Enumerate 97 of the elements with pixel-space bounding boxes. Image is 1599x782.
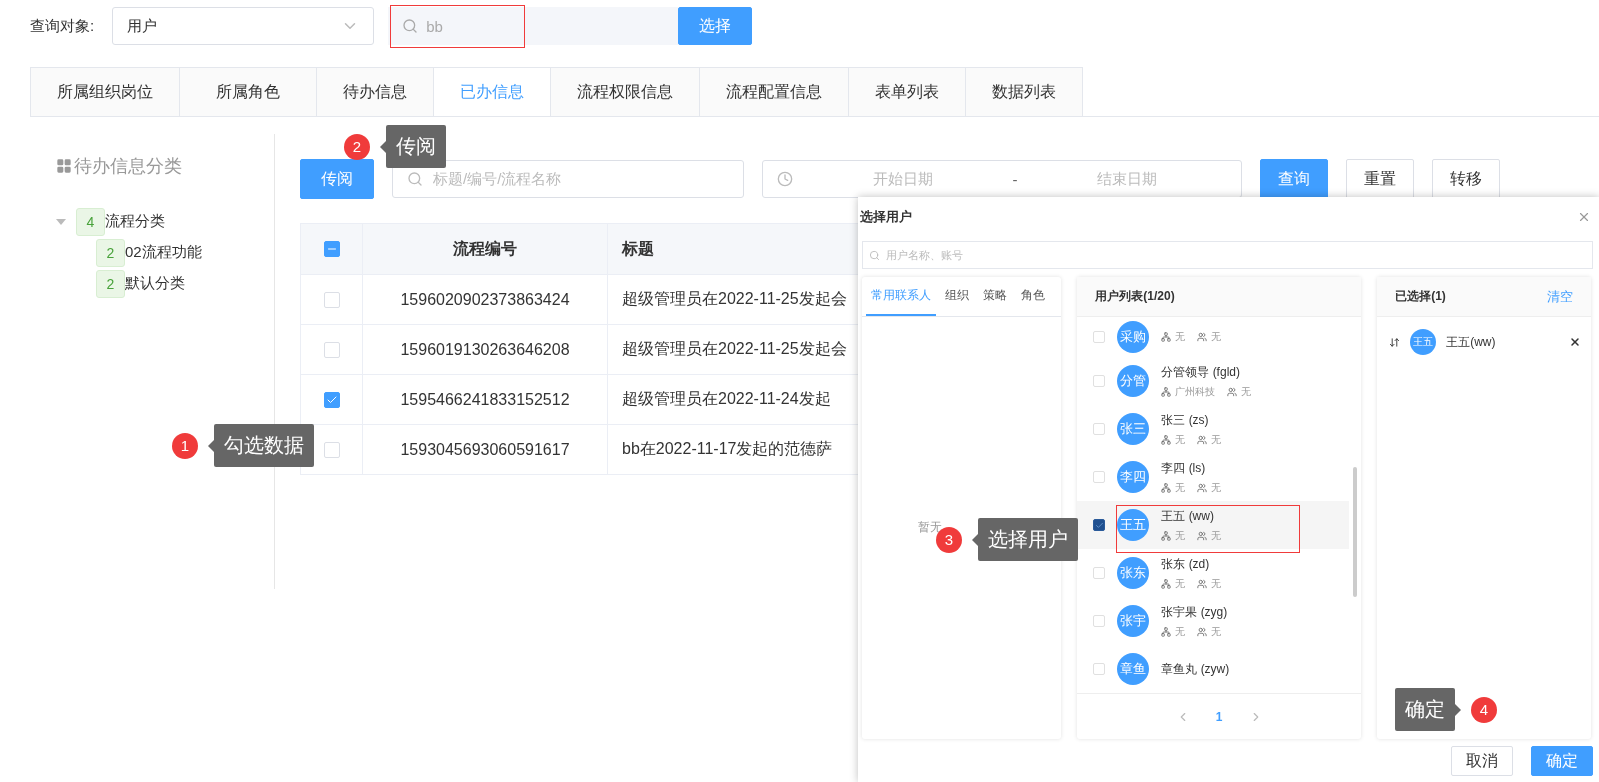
user-item[interactable]: 张宇 张宇果 (zyg) 无 无 (1077, 597, 1350, 645)
org-icon (1161, 482, 1172, 493)
avatar: 张东 (1117, 557, 1150, 589)
org-text: 无 (1175, 480, 1186, 495)
search-icon (407, 171, 423, 187)
avatar: 分管 (1117, 365, 1150, 397)
avatar: 张三 (1117, 413, 1150, 445)
org-text: 无 (1175, 624, 1186, 639)
remove-icon[interactable] (1569, 336, 1581, 348)
tree-item[interactable]: 02流程功能 (125, 243, 202, 262)
user-item[interactable]: 章鱼 章鱼丸 (zyw) (1077, 645, 1350, 693)
checkbox[interactable] (323, 391, 340, 408)
org-text: 无 (1175, 330, 1186, 344)
grid-icon (56, 158, 72, 174)
user-item[interactable]: 张东 张东 (zd) 无 无 (1077, 549, 1350, 597)
step-badge: 2 (344, 133, 370, 160)
users-icon (1197, 332, 1208, 342)
panel-title: 已选择(1) (1395, 288, 1446, 305)
org-text: 无 (1175, 576, 1186, 591)
tab[interactable]: 流程配置信息 (699, 67, 848, 116)
user-name: 分管领导 (fgld) (1161, 363, 1241, 381)
tab[interactable]: 组织 (940, 277, 974, 316)
callout: 勾选数据 (214, 424, 314, 467)
tab[interactable]: 待办信息 (316, 67, 433, 116)
user-name: 张宇果 (zyg) (1161, 603, 1229, 621)
role-text: 无 (1211, 480, 1222, 495)
role-text: 无 (1211, 624, 1222, 639)
users-icon (1197, 530, 1208, 541)
sidebar-title: 待办信息分类 (74, 155, 182, 178)
user-item[interactable]: 李四 李四 (ls) 无 无 (1077, 453, 1350, 501)
org-icon (1161, 578, 1172, 589)
role-text: 无 (1211, 528, 1222, 543)
user-name: 张东 (zd) (1161, 555, 1211, 573)
avatar: 张宇 (1117, 605, 1150, 637)
selected-user: 王五(ww) (1446, 333, 1497, 351)
user-item[interactable]: 张三 张三 (zs) 无 无 (1077, 405, 1350, 453)
avatar: 章鱼 (1117, 653, 1150, 685)
table-cell: 1593045693060591617 (363, 425, 608, 474)
action-button[interactable]: 重置 (1346, 159, 1414, 199)
user-name: 张三 (zs) (1161, 411, 1210, 429)
org-icon (1161, 626, 1172, 637)
callout: 选择用户 (978, 518, 1078, 561)
org-text: 无 (1175, 432, 1186, 447)
user-name: 章鱼丸 (zyw) (1161, 660, 1230, 678)
users-icon (1227, 386, 1238, 397)
callout: 确定 (1395, 688, 1455, 731)
tab[interactable]: 数据列表 (965, 67, 1083, 116)
step-badge: 1 (172, 432, 198, 459)
count-badge: 2 (96, 269, 125, 298)
role-text: 无 (1241, 384, 1252, 399)
avatar: 王五 (1117, 509, 1150, 541)
user-item[interactable]: 王五 王五 (ww) 无 无 (1077, 501, 1350, 549)
org-text: 无 (1175, 528, 1186, 543)
users-icon (1197, 578, 1208, 589)
avatar: 王五 (1410, 329, 1437, 355)
users-icon (1197, 626, 1208, 637)
search-icon (402, 18, 419, 34)
user-name: 王五 (ww) (1161, 507, 1215, 525)
tab[interactable]: 表单列表 (848, 67, 965, 116)
dialog-title: 选择用户 (860, 208, 912, 226)
org-icon (1161, 434, 1172, 445)
clock-icon (777, 171, 793, 187)
check-icon (1094, 520, 1104, 530)
role-text: 无 (1211, 432, 1222, 447)
count-badge: 4 (76, 207, 105, 236)
avatar: 采购 (1117, 321, 1150, 353)
org-icon (1161, 530, 1172, 541)
callout: 传阅 (386, 125, 446, 168)
tab[interactable]: 策略 (978, 277, 1012, 316)
avatar: 李四 (1117, 461, 1150, 493)
search-icon (869, 249, 880, 261)
tab[interactable]: 所属角色 (179, 67, 316, 116)
org-icon (1161, 386, 1172, 397)
role-text: 无 (1211, 330, 1222, 344)
users-icon (1197, 482, 1208, 493)
tree-item[interactable]: 默认分类 (125, 274, 185, 293)
org-text: 广州科技 (1175, 384, 1216, 399)
checkbox[interactable] (1093, 519, 1106, 531)
checkbox[interactable] (323, 241, 340, 257)
object-select[interactable]: 用户 (112, 7, 375, 45)
org-icon (1161, 332, 1172, 342)
users-icon (1197, 434, 1208, 445)
tab[interactable]: 流程权限信息 (550, 67, 699, 116)
user-item[interactable]: 分管 分管领导 (fgld) 广州科技 无 (1077, 357, 1350, 405)
caret-icon[interactable] (56, 218, 66, 225)
close-icon[interactable] (1577, 210, 1591, 224)
user-name: 李四 (ls) (1161, 459, 1207, 477)
tab[interactable]: 所属组织岗位 (30, 67, 179, 116)
cancel-button[interactable]: 取消 (1451, 746, 1513, 776)
count-badge: 2 (96, 238, 125, 267)
sort-icon[interactable] (1389, 336, 1401, 348)
tree-item[interactable]: 流程分类 (105, 212, 165, 231)
query-label: 查询对象: (30, 16, 95, 36)
tab[interactable]: 角色 (1016, 277, 1050, 316)
action-button[interactable]: 转移 (1432, 159, 1500, 199)
panel-title: 用户列表(1/20) (1095, 288, 1175, 305)
role-text: 无 (1211, 576, 1222, 591)
